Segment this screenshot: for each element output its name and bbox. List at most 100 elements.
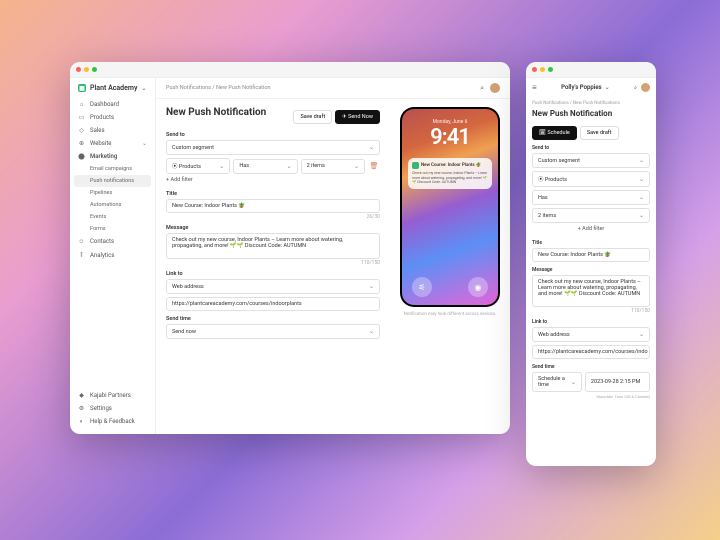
min-dot[interactable] (540, 67, 545, 72)
home-icon: ⌂ (78, 101, 85, 108)
link-type-select[interactable]: Web address (532, 327, 650, 342)
nav-contacts[interactable]: ☺Contacts (70, 235, 155, 248)
segment-select[interactable]: Custom segment (166, 140, 380, 155)
send-time-datetime[interactable]: 2023-09-28 2:15 PM (585, 372, 650, 392)
brand-logo-icon: ▦ (78, 84, 86, 92)
send-to-label: Send to (532, 145, 650, 151)
box-icon: ▭ (78, 114, 85, 121)
filter-val-select[interactable]: 2 items (532, 208, 650, 223)
filter-val-select[interactable]: 2 items (301, 159, 365, 174)
breadcrumb[interactable]: Push Notifications / New Push Notificati… (166, 85, 271, 91)
menu-icon[interactable]: ≡ (532, 83, 537, 92)
page-title: New Push Notification (166, 107, 266, 118)
notif-body: Check out my new course, Indoor Plants –… (412, 171, 488, 185)
chevron-down-icon: ⌄ (605, 84, 610, 91)
delete-filter-button[interactable]: 🗑 (368, 159, 380, 173)
title-input[interactable]: New Course: Indoor Plants 🪴 (166, 199, 380, 213)
brand-switcher[interactable]: ▦ Plant Academy ⌄ (70, 84, 155, 98)
message-label: Message (532, 267, 650, 273)
brand-switcher[interactable]: Polly's Poppies ⌄ (561, 84, 610, 91)
nav-push-notifications[interactable]: Push notifications (74, 175, 151, 187)
max-dot[interactable] (92, 67, 97, 72)
nav-help[interactable]: ◐Help & Feedback (70, 415, 155, 428)
gear-icon: ⚙ (78, 405, 85, 412)
help-icon: ◐ (78, 418, 85, 425)
window-chrome (70, 62, 510, 78)
send-time-mode-select[interactable]: Schedule a time (532, 372, 582, 392)
tag-icon: ◇ (78, 127, 85, 134)
sidebar: ▦ Plant Academy ⌄ ⌂Dashboard ▭Products ◇… (70, 78, 156, 434)
link-label: Link to (532, 319, 650, 325)
nav-partners[interactable]: ◆Kajabi Partners (70, 389, 155, 402)
nav-analytics[interactable]: ⫾Analytics (70, 248, 155, 262)
preview-caption: Notification may look different across d… (404, 312, 497, 317)
add-filter-button[interactable]: + Add filter (532, 223, 650, 235)
max-dot[interactable] (548, 67, 553, 72)
user-icon: ☺ (78, 238, 85, 245)
message-textarea[interactable]: Check out my new course, Indoor Plants –… (532, 275, 650, 307)
title-input[interactable]: New Course: Indoor Plants 🪴 (532, 248, 650, 262)
title-label: Title (532, 240, 650, 246)
segment-select[interactable]: Custom segment (532, 153, 650, 168)
send-time-label: Send time (532, 364, 650, 370)
filter-op-select[interactable]: Has (233, 159, 297, 174)
message-counter: 110/150 (532, 308, 650, 314)
close-dot[interactable] (532, 67, 537, 72)
nav-settings[interactable]: ⚙Settings (70, 402, 155, 415)
link-type-select[interactable]: Web address (166, 279, 380, 294)
send-now-button[interactable]: ✈ Send Now (335, 110, 380, 124)
breadcrumb[interactable]: Push Notifications / New Push Notificati… (532, 101, 650, 106)
send-time-select[interactable]: Send now (166, 324, 380, 339)
nav-dashboard[interactable]: ⌂Dashboard (70, 98, 155, 111)
save-draft-button[interactable]: Save draft (293, 110, 332, 124)
title-label: Title (166, 191, 380, 197)
add-filter-button[interactable]: + Add filter (166, 174, 380, 186)
megaphone-icon: ⬤ (78, 153, 85, 160)
link-url-input[interactable]: https://plantcareacademy.com/courses/ind… (532, 345, 650, 359)
notif-title: New Course: Indoor Plants 🪴 (421, 163, 481, 168)
timezone-label: Mountain Time (US & Canada) (532, 394, 650, 399)
chevron-down-icon: ⌄ (142, 140, 147, 147)
min-dot[interactable] (84, 67, 89, 72)
nav-products[interactable]: ▭Products (70, 111, 155, 124)
save-draft-button[interactable]: Save draft (580, 126, 619, 140)
app-window-wide: ▦ Plant Academy ⌄ ⌂Dashboard ▭Products ◇… (70, 62, 510, 434)
nav-email-campaigns[interactable]: Email campaigns (70, 163, 155, 175)
chart-icon: ⫾ (78, 251, 85, 259)
search-icon[interactable]: ⌕ (634, 85, 637, 91)
filter-op-select[interactable]: Has (532, 190, 650, 205)
link-label: Link to (166, 271, 380, 277)
message-label: Message (166, 225, 380, 231)
send-to-label: Send to (166, 132, 380, 138)
nav-sales[interactable]: ◇Sales (70, 124, 155, 137)
close-dot[interactable] (76, 67, 81, 72)
chevron-down-icon: ⌄ (141, 85, 146, 92)
send-time-label: Send time (166, 316, 380, 322)
nav-marketing[interactable]: ⬤Marketing (70, 150, 155, 163)
phone-date: Monday, June 6 (402, 109, 498, 125)
filter-attr-select[interactable]: ⦿ Products (166, 158, 230, 174)
message-textarea[interactable]: Check out my new course, Indoor Plants –… (166, 233, 380, 259)
camera-icon: ◉ (468, 277, 488, 297)
app-icon (412, 162, 419, 169)
link-url-input[interactable]: https://plantcareacademy.com/courses/ind… (166, 297, 380, 311)
page-title: New Push Notification (532, 109, 650, 118)
message-counter: 110/150 (166, 260, 380, 266)
nav-automations[interactable]: Automations (70, 199, 155, 211)
avatar[interactable] (490, 83, 500, 93)
title-counter: 26/30 (166, 214, 380, 220)
brand-name: Polly's Poppies (561, 84, 602, 91)
filter-attr-select[interactable]: ⦿ Products (532, 171, 650, 187)
nav-forms[interactable]: Forms (70, 223, 155, 235)
window-chrome (526, 62, 656, 78)
brand-name: Plant Academy (90, 84, 137, 92)
nav-website[interactable]: ⊕Website⌄ (70, 137, 155, 150)
phone-time: 9:41 (402, 125, 498, 150)
nav-pipelines[interactable]: Pipelines (70, 187, 155, 199)
main: Push Notifications / New Push Notificati… (156, 78, 510, 434)
nav-events[interactable]: Events (70, 211, 155, 223)
search-icon[interactable]: ⌕ (480, 84, 484, 93)
schedule-button[interactable]: 🗓 Schedule (532, 126, 577, 140)
phone-mock: Monday, June 6 9:41 New Course: Indoor P… (400, 107, 500, 307)
avatar[interactable] (641, 83, 650, 92)
